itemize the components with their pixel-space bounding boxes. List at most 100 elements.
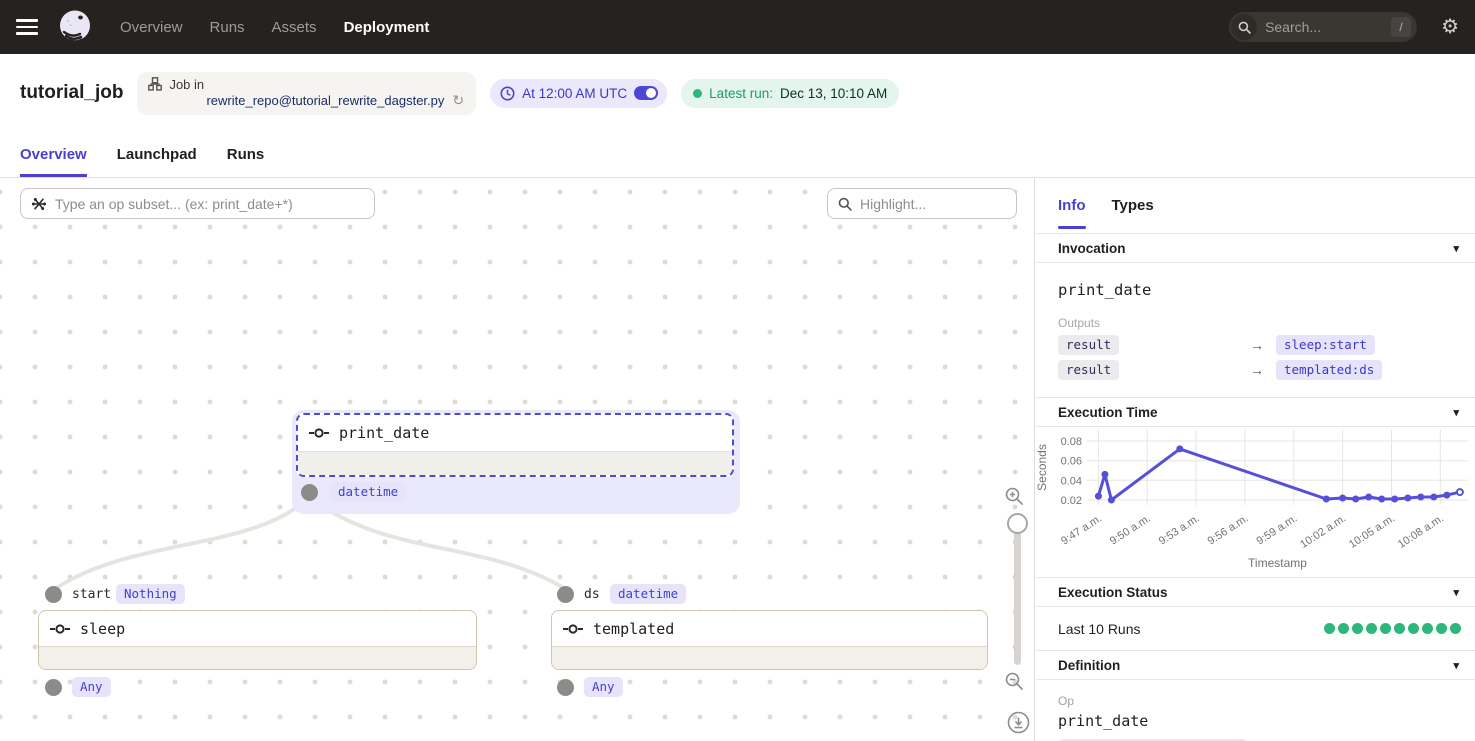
node-sleep[interactable]: sleep — [38, 610, 477, 670]
job-location-badge: Job in rewrite_repo@tutorial_rewrite_dag… — [137, 72, 476, 115]
node-print-date-name: print_date — [339, 424, 429, 442]
run-status-dot[interactable] — [1394, 623, 1406, 635]
op-subset-input[interactable] — [55, 196, 364, 212]
latest-run-label: Latest run: — [709, 86, 773, 101]
run-status-dot[interactable] — [1422, 623, 1434, 635]
fit-view-icon[interactable] — [1007, 711, 1030, 734]
output-target-badge[interactable]: sleep:start — [1276, 335, 1375, 355]
node-print-date[interactable]: print_date — [296, 413, 734, 477]
chevron-down-icon: ▾ — [1453, 659, 1459, 672]
invocation-title: Invocation — [1058, 241, 1126, 256]
svg-text:0.04: 0.04 — [1061, 475, 1082, 487]
run-status-dot[interactable] — [1436, 623, 1448, 635]
sleep-input-type-badge[interactable]: Nothing — [116, 584, 185, 604]
zoom-slider-knob[interactable] — [1007, 513, 1028, 534]
schedule-toggle[interactable] — [634, 86, 658, 100]
section-header-invocation[interactable]: Invocation ▾ — [1036, 233, 1475, 263]
tab-launchpad[interactable]: Launchpad — [117, 132, 197, 177]
svg-text:10:05 a.m.: 10:05 a.m. — [1347, 512, 1397, 550]
templated-input-type-badge[interactable]: datetime — [610, 584, 686, 604]
zoom-out-icon[interactable] — [1005, 672, 1024, 691]
svg-text:0.08: 0.08 — [1061, 436, 1082, 448]
definition-title: Definition — [1058, 658, 1120, 673]
svg-text:10:08 a.m.: 10:08 a.m. — [1396, 512, 1446, 550]
output-name-badge: result — [1058, 360, 1119, 380]
node-sleep-name: sleep — [80, 620, 125, 638]
op-graph-canvas[interactable]: print_date datetime start Nothing sleep … — [0, 178, 1035, 741]
section-header-execution-time[interactable]: Execution Time ▾ — [1036, 397, 1475, 427]
run-status-dot[interactable] — [1450, 623, 1462, 635]
job-in-label: Job in — [169, 77, 204, 92]
templated-output-port — [557, 679, 574, 696]
sidebar-tab-types[interactable]: Types — [1112, 178, 1154, 233]
global-search[interactable]: / — [1229, 12, 1417, 42]
output-target-badge[interactable]: templated:ds — [1276, 360, 1382, 380]
nav-link-assets[interactable]: Assets — [272, 19, 317, 36]
search-input[interactable] — [1257, 19, 1391, 35]
refresh-icon[interactable]: ↻ — [452, 92, 464, 109]
menu-icon[interactable] — [16, 17, 42, 37]
run-success-dot-icon — [693, 89, 702, 98]
section-header-definition[interactable]: Definition ▾ — [1036, 650, 1475, 680]
execution-time-title: Execution Time — [1058, 405, 1158, 420]
section-header-execution-status[interactable]: Execution Status ▾ — [1036, 577, 1475, 607]
run-status-dot[interactable] — [1366, 623, 1378, 635]
dagster-logo-icon[interactable] — [56, 8, 94, 46]
job-graph-icon — [148, 77, 162, 91]
node-sleep-body — [39, 646, 476, 669]
sidebar-tab-info[interactable]: Info — [1058, 178, 1086, 233]
arrow-right-icon: → — [1250, 362, 1276, 378]
zoom-slider-track[interactable] — [1014, 513, 1021, 665]
svg-text:10:02 a.m.: 10:02 a.m. — [1298, 512, 1348, 550]
search-icon — [1231, 14, 1257, 40]
top-nav: Overview Runs Assets Deployment / ⚙ — [0, 0, 1475, 54]
templated-output-type-badge[interactable]: Any — [584, 677, 623, 697]
zoom-in-icon[interactable] — [1005, 487, 1024, 506]
sleep-output-port — [45, 679, 62, 696]
highlight-input[interactable] — [860, 196, 1006, 212]
svg-text:9:59 a.m.: 9:59 a.m. — [1254, 512, 1299, 547]
settings-gear-icon[interactable]: ⚙ — [1441, 17, 1459, 37]
output-name-badge: result — [1058, 335, 1119, 355]
node-templated[interactable]: templated — [551, 610, 988, 670]
print-date-output-type-badge[interactable]: datetime — [330, 482, 406, 502]
search-icon — [838, 197, 852, 211]
op-label: Op — [1058, 694, 1453, 708]
chevron-down-icon: ▾ — [1453, 242, 1459, 255]
run-status-dot[interactable] — [1408, 623, 1420, 635]
sleep-output-type-badge[interactable]: Any — [72, 677, 111, 697]
svg-text:9:53 a.m.: 9:53 a.m. — [1157, 512, 1202, 547]
schedule-badge[interactable]: At 12:00 AM UTC — [490, 79, 667, 108]
svg-text:0.02: 0.02 — [1061, 495, 1082, 507]
chevron-down-icon: ▾ — [1453, 406, 1459, 419]
templated-input-port — [557, 586, 574, 603]
svg-text:Timestamp: Timestamp — [1248, 556, 1307, 570]
search-shortcut-badge: / — [1391, 17, 1411, 37]
arrow-right-icon: → — [1250, 337, 1276, 353]
execution-status-title: Execution Status — [1058, 585, 1168, 600]
highlight-filter[interactable] — [827, 188, 1017, 219]
run-status-dot[interactable] — [1338, 623, 1350, 635]
nav-link-overview[interactable]: Overview — [120, 19, 183, 36]
op-subset-filter[interactable] — [20, 188, 375, 219]
run-status-dot[interactable] — [1352, 623, 1364, 635]
sleep-input-port — [45, 586, 62, 603]
run-status-dot[interactable] — [1380, 623, 1392, 635]
tab-runs[interactable]: Runs — [227, 132, 265, 177]
run-status-dot[interactable] — [1324, 623, 1336, 635]
latest-run-badge[interactable]: Latest run: Dec 13, 10:10 AM — [681, 79, 899, 108]
nav-link-runs[interactable]: Runs — [210, 19, 245, 36]
page-title: tutorial_job — [20, 82, 123, 104]
nav-links: Overview Runs Assets Deployment — [120, 19, 429, 36]
repo-link[interactable]: rewrite_repo@tutorial_rewrite_dagster.py — [206, 93, 444, 108]
tab-overview[interactable]: Overview — [20, 132, 87, 177]
node-print-date-body — [298, 451, 732, 475]
nav-link-deployment[interactable]: Deployment — [344, 19, 430, 36]
op-detail-sidebar: Info Types Invocation ▾ print_date Outpu… — [1036, 178, 1475, 741]
sleep-input-name: start — [72, 587, 111, 602]
run-status-dots — [1324, 623, 1462, 635]
node-templated-body — [552, 646, 987, 669]
page-header: tutorial_job Job in rewrite_repo@tutoria… — [0, 54, 1475, 132]
node-print-date-selection[interactable]: print_date datetime — [292, 410, 740, 514]
definition-op-name: print_date — [1058, 712, 1453, 730]
